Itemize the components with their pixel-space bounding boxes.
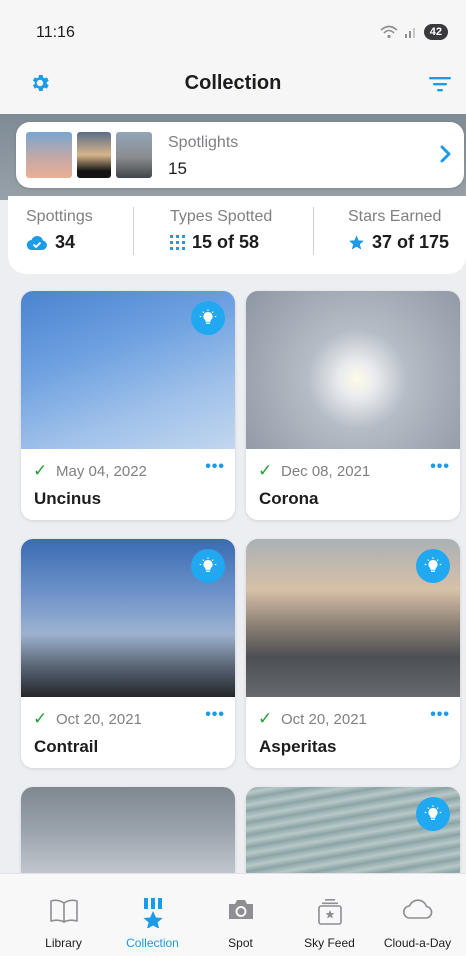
cloud-check-icon bbox=[26, 235, 47, 250]
lightbulb-badge-icon bbox=[416, 549, 450, 583]
lightbulb-icon bbox=[199, 557, 217, 572]
spotlight-thumbnail bbox=[116, 132, 152, 178]
more-options-button[interactable]: ••• bbox=[205, 706, 225, 724]
lightbulb-icon bbox=[424, 557, 442, 572]
cloud-card[interactable] bbox=[21, 787, 235, 873]
stat-label: Types Spotted bbox=[170, 208, 273, 225]
cloud-name: Contrail bbox=[34, 737, 99, 756]
cloud-icon bbox=[402, 899, 432, 919]
cloud-card-asperitas[interactable]: ✓ Oct 20, 2021 ••• Asperitas bbox=[246, 539, 460, 768]
check-icon: ✓ bbox=[258, 461, 273, 480]
tab-cloud-a-day[interactable]: Cloud-a-Day bbox=[371, 874, 464, 956]
tab-collection[interactable]: Collection bbox=[106, 874, 199, 956]
stat-label: Spottings bbox=[26, 208, 93, 225]
stat-types-spotted: Types Spotted 15 of 58 bbox=[170, 208, 272, 253]
tab-label: Library bbox=[45, 936, 82, 950]
stat-divider bbox=[313, 207, 314, 255]
signal-icon bbox=[404, 28, 415, 38]
bottom-tab-bar: Library Collection Spot Sky Feed Cloud-a… bbox=[0, 873, 466, 956]
stat-value: 37 of 175 bbox=[348, 232, 449, 253]
cloud-card[interactable] bbox=[246, 787, 460, 873]
tab-label: Sky Feed bbox=[304, 936, 355, 950]
spotting-date: Oct 20, 2021 bbox=[281, 711, 367, 728]
spotlights-label: Spotlights bbox=[168, 134, 239, 151]
app-header: Collection bbox=[0, 64, 466, 114]
more-options-button[interactable]: ••• bbox=[430, 458, 450, 476]
stat-divider bbox=[133, 207, 134, 255]
more-options-button[interactable]: ••• bbox=[205, 458, 225, 476]
check-icon: ✓ bbox=[258, 709, 273, 728]
feed-icon bbox=[317, 899, 342, 925]
star-icon bbox=[349, 235, 364, 250]
stars-earned-count: 37 of 175 bbox=[372, 232, 450, 252]
cloud-card-uncinus[interactable]: ✓ May 04, 2022 ••• Uncinus bbox=[21, 291, 235, 520]
cloud-photo bbox=[246, 291, 460, 449]
cloud-card-contrail[interactable]: ✓ Oct 20, 2021 ••• Contrail bbox=[21, 539, 235, 768]
lightbulb-badge-icon bbox=[191, 301, 225, 335]
tab-label: Cloud-a-Day bbox=[383, 936, 452, 950]
cloud-name: Uncinus bbox=[34, 489, 102, 508]
cloud-card-corona[interactable]: ✓ Dec 08, 2021 ••• Corona bbox=[246, 291, 460, 520]
spottings-count: 34 bbox=[55, 232, 76, 252]
cloud-name: Asperitas bbox=[259, 737, 337, 756]
tab-library[interactable]: Library bbox=[17, 874, 110, 956]
stat-value: 34 bbox=[26, 232, 93, 253]
status-bar: 11:16 42 bbox=[0, 0, 466, 64]
check-icon: ✓ bbox=[33, 709, 48, 728]
check-icon: ✓ bbox=[33, 461, 48, 480]
stat-spottings: Spottings 34 bbox=[26, 208, 93, 253]
lightbulb-badge-icon bbox=[191, 549, 225, 583]
lightbulb-icon bbox=[199, 309, 217, 324]
medal-icon bbox=[142, 898, 163, 928]
cloud-name: Corona bbox=[259, 489, 319, 508]
battery-badge: 42 bbox=[423, 24, 448, 40]
spotlights-count: 15 bbox=[168, 159, 187, 178]
more-options-button[interactable]: ••• bbox=[430, 706, 450, 724]
spotting-date: May 04, 2022 bbox=[56, 463, 147, 480]
status-icons: 42 bbox=[380, 24, 448, 40]
spotlight-thumbnail bbox=[77, 132, 111, 178]
camera-icon bbox=[228, 900, 253, 919]
tab-label: Spot bbox=[228, 936, 253, 950]
spotlights-card[interactable]: Spotlights 15 bbox=[16, 122, 464, 188]
stat-label: Stars Earned bbox=[348, 208, 442, 225]
lightbulb-icon bbox=[424, 805, 442, 820]
filter-icon[interactable] bbox=[428, 74, 452, 94]
tab-sky-feed[interactable]: Sky Feed bbox=[283, 874, 376, 956]
status-time: 11:16 bbox=[36, 24, 75, 41]
spotlight-thumbnail bbox=[26, 132, 72, 178]
stat-value: 15 of 58 bbox=[170, 232, 272, 253]
tab-label: Collection bbox=[126, 936, 179, 950]
types-spotted-count: 15 of 58 bbox=[192, 232, 260, 252]
spotting-date: Oct 20, 2021 bbox=[56, 711, 142, 728]
wifi-icon bbox=[380, 25, 398, 39]
page-title: Collection bbox=[184, 72, 282, 94]
chevron-right-icon[interactable] bbox=[440, 145, 452, 163]
cloud-photo bbox=[21, 787, 235, 873]
book-icon bbox=[49, 899, 78, 923]
lightbulb-badge-icon bbox=[416, 797, 450, 831]
stat-stars-earned: Stars Earned 37 of 175 bbox=[348, 208, 449, 253]
tab-spot[interactable]: Spot bbox=[194, 874, 287, 956]
spotting-date: Dec 08, 2021 bbox=[281, 463, 371, 480]
grid-icon bbox=[170, 235, 185, 250]
